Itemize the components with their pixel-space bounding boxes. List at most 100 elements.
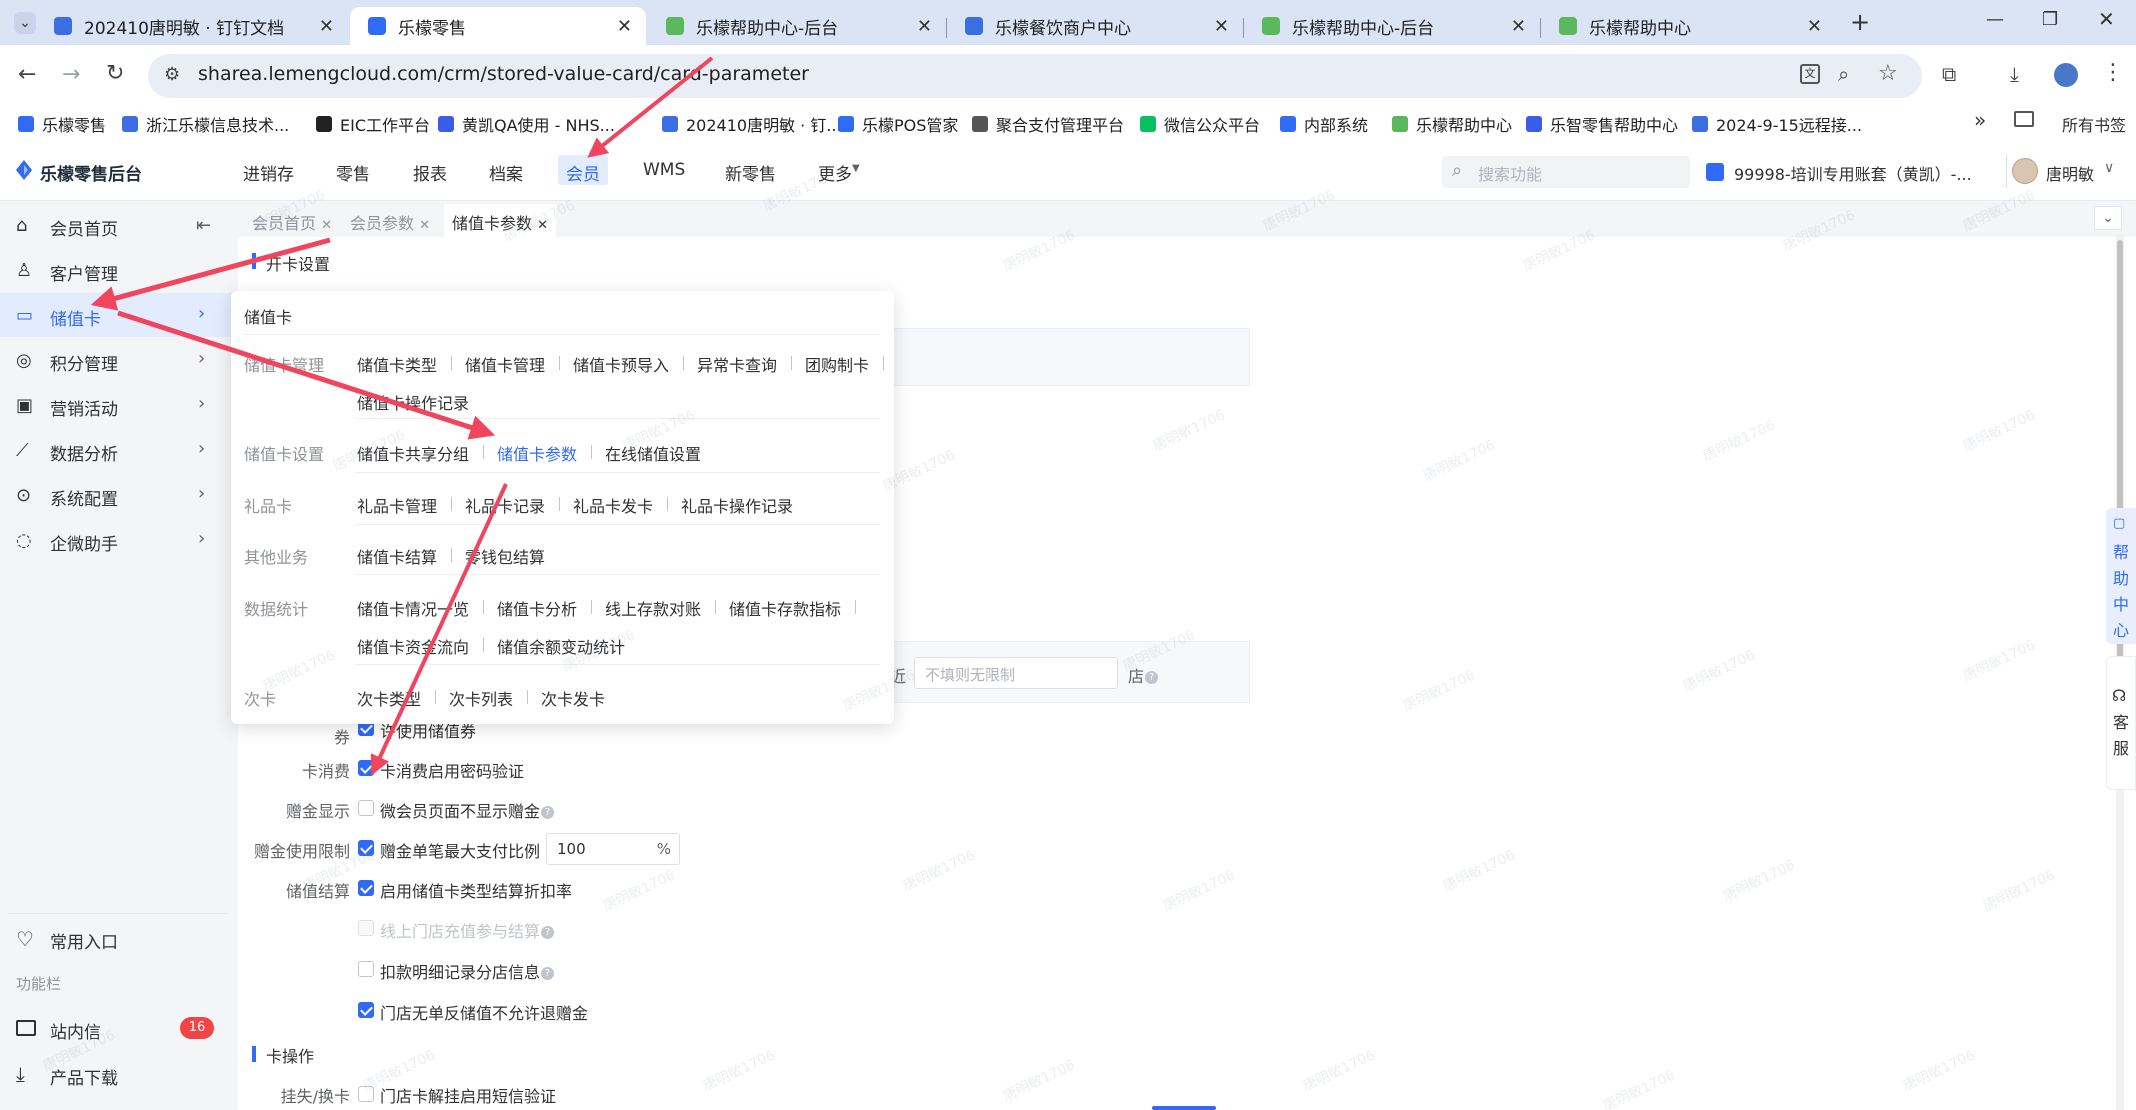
browser-menu-icon[interactable]: ⋮ — [2102, 60, 2124, 85]
dropdown-link[interactable]: 储值卡参数 — [497, 441, 577, 465]
bookmark-item[interactable]: 202410唐明敏 · 钉... — [662, 112, 842, 136]
nav-report[interactable]: 报表 — [413, 160, 447, 185]
close-window-button[interactable]: ✕ — [2098, 7, 2115, 31]
bookmark-item[interactable]: EIC工作平台 — [316, 112, 430, 136]
sms-verify-checkbox[interactable] — [358, 1086, 374, 1102]
minimize-button[interactable]: — — [1986, 9, 2004, 30]
online-recharge-checkbox[interactable] — [358, 920, 374, 936]
sidebar-item[interactable]: ⊙ 系统配置 › — [0, 473, 238, 517]
tabs-expand-icon[interactable]: ⌄ — [2094, 206, 2122, 230]
close-tab-icon[interactable]: ✕ — [917, 16, 932, 37]
all-bookmarks[interactable]: 所有书签 — [2062, 112, 2126, 136]
dropdown-link[interactable]: 线上存款对账 — [605, 596, 701, 620]
bookmark-item[interactable]: 乐檬零售 — [18, 112, 106, 136]
user-name[interactable]: 唐明敏 — [2046, 161, 2094, 185]
dropdown-link[interactable]: 次卡列表 — [449, 686, 513, 710]
dropdown-link[interactable]: 储值卡管理 — [465, 352, 545, 376]
help-icon[interactable]: ? — [541, 806, 555, 819]
reload-icon[interactable]: ↻ — [106, 61, 124, 86]
dropdown-link[interactable]: 次卡发卡 — [541, 686, 605, 710]
dropdown-link[interactable]: 礼品卡记录 — [465, 493, 545, 517]
save-button-edge[interactable] — [1152, 1106, 1216, 1110]
bookmark-item[interactable]: 黄凯QA使用 - NHS... — [438, 112, 615, 136]
browser-tab[interactable]: 乐檬帮助中心-后台 ✕ — [1244, 7, 1540, 45]
bookmark-star-icon[interactable]: ☆ — [1878, 61, 1898, 86]
back-icon[interactable]: ← — [18, 62, 36, 87]
page-tab-member-params[interactable]: 会员参数 ✕ — [342, 204, 438, 237]
nav-archive[interactable]: 档案 — [489, 160, 523, 185]
browser-tab[interactable]: 乐檬零售 ✕ — [350, 7, 646, 45]
dropdown-link[interactable]: 礼品卡管理 — [357, 493, 437, 517]
close-tab-icon[interactable]: ✕ — [1214, 16, 1229, 37]
close-tab-icon[interactable]: ✕ — [319, 16, 334, 37]
close-icon[interactable]: ✕ — [537, 218, 548, 233]
dropdown-link[interactable]: 储值卡预导入 — [573, 352, 669, 376]
forward-icon[interactable]: → — [62, 62, 80, 87]
store-limit-input[interactable]: 不填则无限制 — [914, 657, 1118, 689]
close-icon[interactable]: ✕ — [321, 218, 332, 233]
bookmark-item[interactable]: 微信公众平台 — [1140, 112, 1260, 136]
browser-tab[interactable]: 202410唐明敏 · 钉钉文档 ✕ — [36, 7, 348, 45]
user-avatar[interactable] — [2012, 158, 2038, 184]
bookmark-item[interactable]: 内部系统 — [1280, 112, 1368, 136]
new-tab-button[interactable]: + — [1850, 8, 1870, 36]
nav-member[interactable]: 会员 — [566, 160, 600, 185]
dropdown-link[interactable]: 储值卡操作记录 — [357, 390, 469, 414]
url-text[interactable]: sharea.lemengcloud.com/crm/stored-value-… — [198, 63, 809, 85]
dropdown-link[interactable]: 团购制卡 — [805, 352, 869, 376]
dropdown-link[interactable]: 礼品卡发卡 — [573, 493, 653, 517]
hide-bonus-checkbox[interactable] — [358, 800, 374, 816]
help-icon[interactable]: ? — [1145, 671, 1159, 684]
deduct-branch-checkbox[interactable] — [358, 961, 374, 977]
dropdown-link[interactable]: 储值卡结算 — [357, 544, 437, 568]
page-tab-member-home[interactable]: 会员首页 ✕ — [244, 204, 340, 237]
sidebar-item[interactable]: ▣ 营销活动 › — [0, 383, 238, 427]
dropdown-link[interactable]: 异常卡查询 — [697, 352, 777, 376]
sidebar-item[interactable]: ♙ 客户管理 — [0, 248, 238, 292]
bookmarks-overflow-icon[interactable]: » — [1974, 108, 1986, 132]
close-tab-icon[interactable]: ✕ — [617, 16, 632, 37]
dropdown-link[interactable]: 储值卡分析 — [497, 596, 577, 620]
user-chevron-icon[interactable]: ∨ — [2104, 160, 2114, 176]
bookmark-item[interactable]: 2024-9-15远程接... — [1692, 112, 1862, 136]
tab-search-button[interactable]: ⌄ — [14, 12, 36, 34]
dropdown-link[interactable]: 零钱包结算 — [465, 544, 545, 568]
settlement-discount-checkbox[interactable] — [358, 880, 374, 896]
messages-entry[interactable]: 站内信 — [50, 1018, 101, 1043]
browser-tab[interactable]: 乐檬帮助中心 ✕ — [1541, 7, 1836, 45]
dropdown-link[interactable]: 储值卡共享分组 — [357, 441, 469, 465]
browser-tab[interactable]: 乐檬帮助中心-后台 ✕ — [648, 7, 946, 45]
dropdown-link[interactable]: 储值卡情况一览 — [357, 596, 469, 620]
maximize-button[interactable]: ❐ — [2042, 9, 2058, 30]
dropdown-link[interactable]: 次卡类型 — [357, 686, 421, 710]
download-entry[interactable]: 产品下载 — [50, 1064, 118, 1089]
bookmark-item[interactable]: 乐檬POS管家 — [838, 112, 958, 136]
bonus-ratio-input[interactable]: 100% — [546, 833, 680, 865]
dropdown-link[interactable]: 在线储值设置 — [605, 441, 701, 465]
help-icon[interactable]: ? — [541, 926, 555, 939]
no-refund-bonus-checkbox[interactable] — [358, 1002, 374, 1018]
sidebar-item[interactable]: ⟋ 数据分析 › — [0, 428, 238, 472]
bonus-ratio-checkbox[interactable] — [358, 840, 374, 856]
nav-more[interactable]: 更多 — [818, 160, 852, 185]
sidebar-collapse-icon[interactable]: ⇤ — [196, 215, 211, 236]
nav-wms[interactable]: WMS — [643, 160, 685, 180]
sidebar-item[interactable]: ◎ 积分管理 › — [0, 338, 238, 382]
sidebar-item[interactable]: ▭ 储值卡 › — [0, 293, 238, 337]
page-tab-card-params[interactable]: 储值卡参数 ✕ — [444, 204, 557, 237]
app-logo-text[interactable]: 乐檬零售后台 — [40, 160, 142, 185]
zoom-icon[interactable]: ⌕ — [1838, 62, 1849, 86]
dropdown-link[interactable]: 储值卡资金流向 — [357, 634, 469, 658]
site-info-icon[interactable]: ⚙ — [164, 64, 180, 85]
account-selector[interactable]: 99998-培训专用账套（黄凯）-... — [1734, 161, 1972, 185]
close-tab-icon[interactable]: ✕ — [1511, 16, 1526, 37]
browser-tab[interactable]: 乐檬餐饮商户中心 ✕ — [947, 7, 1243, 45]
dropdown-link[interactable]: 储值卡类型 — [357, 352, 437, 376]
translate-icon[interactable]: 文 — [1800, 64, 1820, 84]
nav-inventory[interactable]: 进销存 — [243, 160, 294, 185]
favorites-entry[interactable]: 常用入口 — [50, 928, 118, 953]
profile-avatar-icon[interactable] — [2054, 63, 2078, 87]
dropdown-link[interactable]: 储值卡存款指标 — [729, 596, 841, 620]
close-icon[interactable]: ✕ — [419, 218, 430, 233]
help-icon[interactable]: ? — [541, 967, 555, 980]
